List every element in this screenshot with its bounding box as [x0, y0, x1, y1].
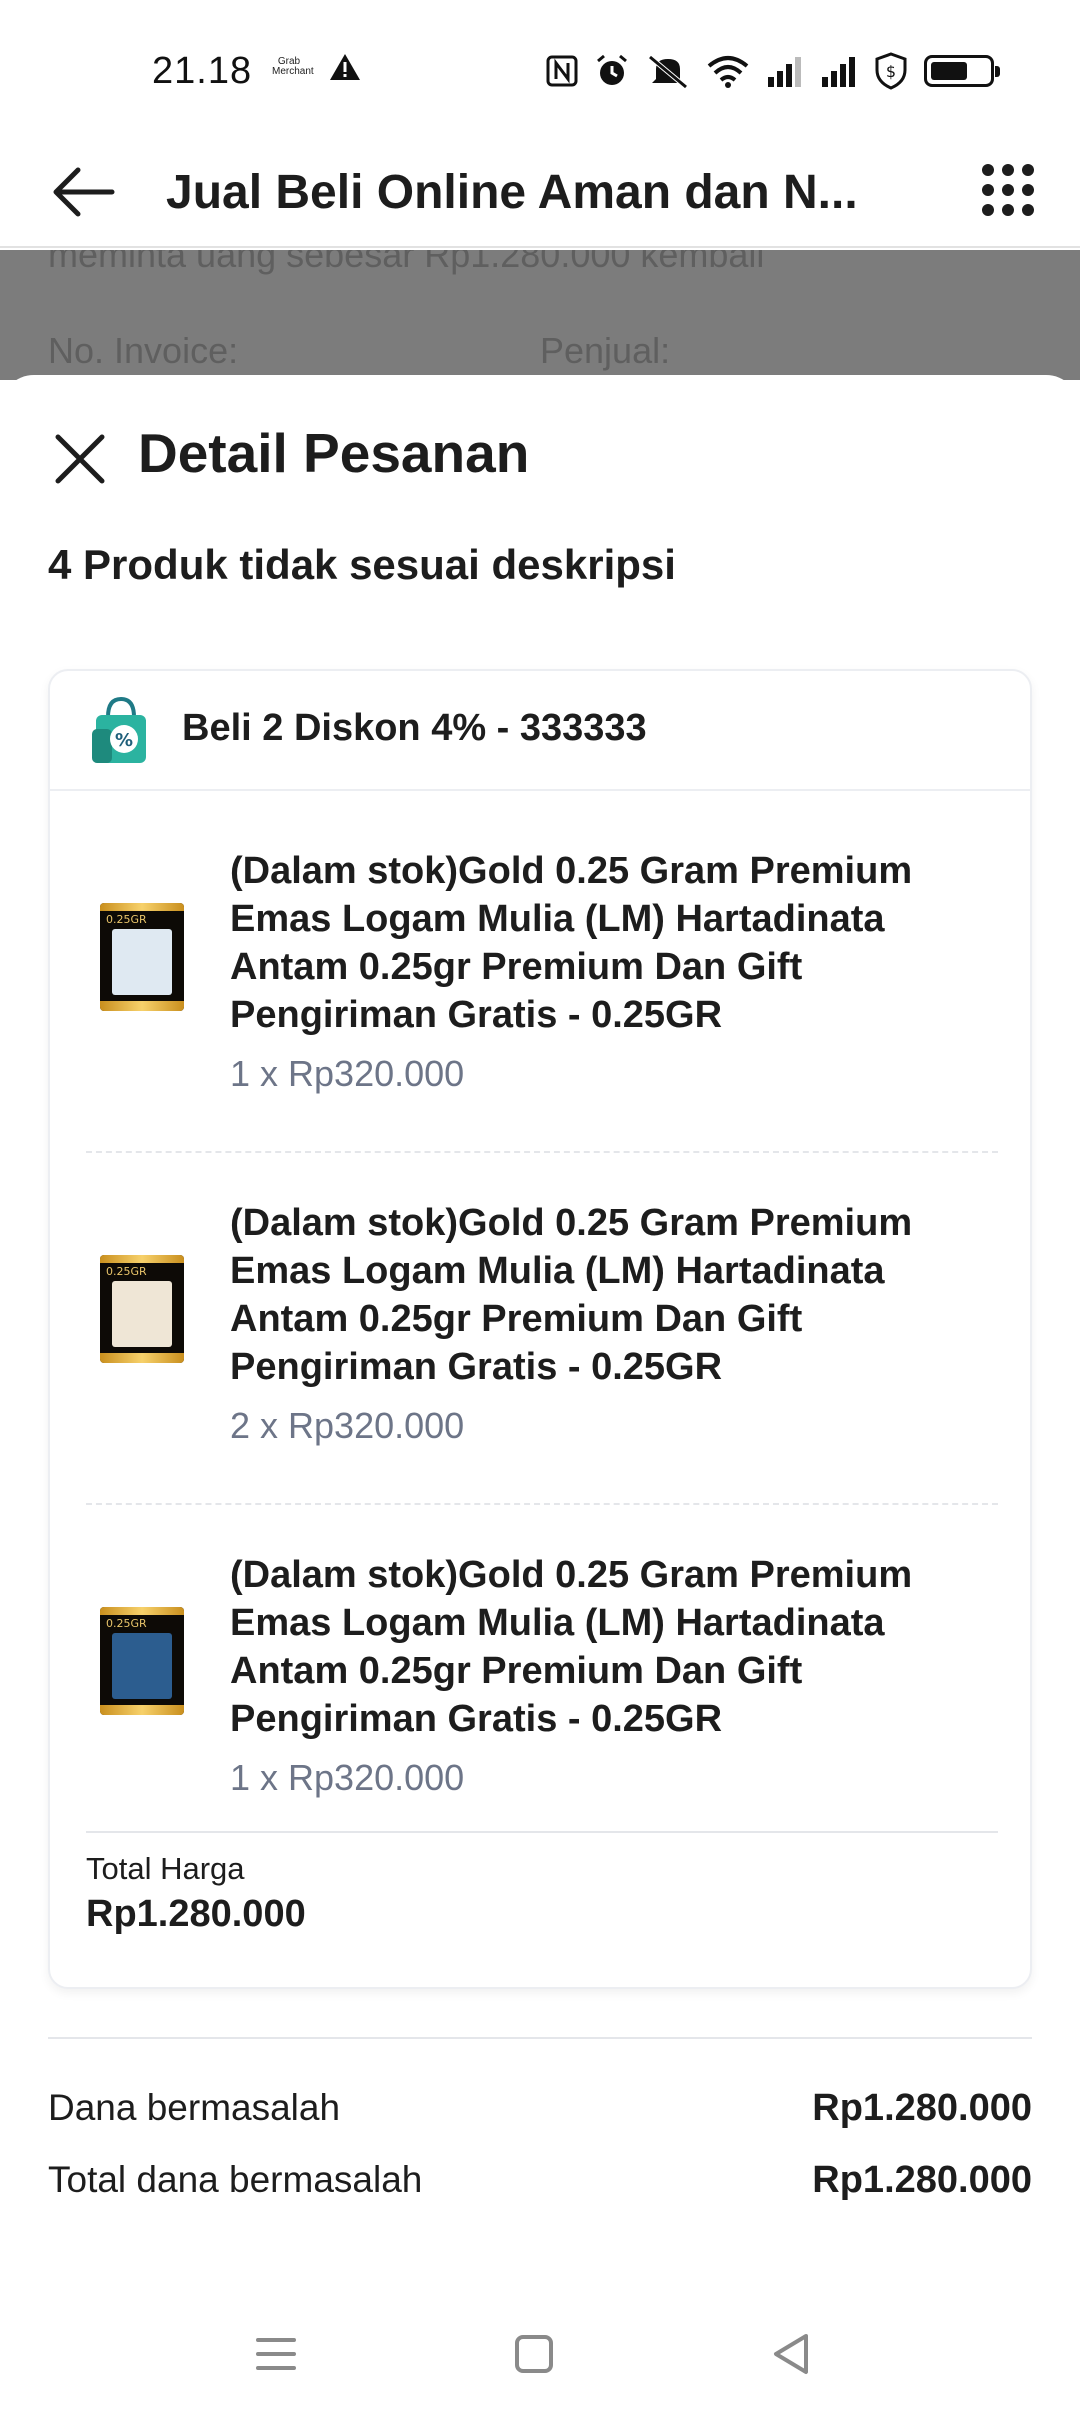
- product-name: (Dalam stok)Gold 0.25 Gram Premium Emas …: [230, 1554, 913, 1740]
- warning-icon: [330, 54, 360, 80]
- invoice-label: No. Invoice:: [48, 330, 239, 371]
- mute-icon: [648, 55, 688, 89]
- back-triangle-icon[interactable]: [762, 2324, 822, 2384]
- product-item[interactable]: 0.25GR (Dalam stok)Gold 0.25 Gram Premiu…: [86, 1199, 998, 1449]
- grid-menu-icon[interactable]: [980, 160, 1036, 220]
- svg-text:$: $: [886, 62, 896, 81]
- order-detail-sheet: Detail Pesanan 4 Produk tidak sesuai des…: [0, 375, 1080, 2412]
- grab-merchant-icon: Grab Merchant: [272, 56, 314, 77]
- summary-label: Total dana bermasalah: [48, 2159, 423, 2200]
- system-nav-bar: [0, 2300, 1080, 2412]
- dimmed-background: meminta uang sebesar Rp1.280.000 kembali…: [0, 250, 1080, 380]
- close-icon[interactable]: [52, 431, 108, 487]
- product-card-image: [112, 1281, 172, 1347]
- summary-label: Dana bermasalah: [48, 2087, 341, 2128]
- background-text: meminta uang sebesar Rp1.280.000 kembali: [48, 250, 765, 275]
- product-thumbnail: 0.25GR: [100, 1607, 184, 1715]
- alarm-icon: [597, 54, 627, 85]
- discount-bag-icon: %: [92, 696, 146, 763]
- svg-text:%: %: [115, 730, 133, 751]
- signal-icon: [768, 57, 801, 87]
- battery-icon: [924, 55, 1000, 87]
- product-thumbnail: 0.25GR: [100, 1255, 184, 1363]
- total-price-value: Rp1.280.000: [86, 1893, 306, 1935]
- promo-label: Beli 2 Diskon 4% - 333333: [182, 707, 647, 749]
- product-item[interactable]: 0.25GR (Dalam stok)Gold 0.25 Gram Premiu…: [86, 847, 998, 1097]
- status-time: 21.18: [152, 50, 253, 92]
- sheet-title: Detail Pesanan: [138, 422, 530, 484]
- wifi-icon: [707, 56, 749, 88]
- nfc-icon: [546, 55, 578, 87]
- promo-header: % Beli 2 Diskon 4% - 333333: [50, 671, 1030, 791]
- summary-value: Rp1.280.000: [812, 2087, 1032, 2129]
- arrow-left-icon[interactable]: [48, 160, 118, 224]
- total-price-label: Total Harga: [86, 1851, 245, 1886]
- product-qty-price: 1 x Rp320.000: [230, 1053, 465, 1094]
- page-title: Jual Beli Online Aman dan N...: [166, 166, 858, 219]
- summary-value: Rp1.280.000: [812, 2159, 1032, 2201]
- product-qty-price: 2 x Rp320.000: [230, 1405, 465, 1446]
- divider: [86, 1151, 998, 1153]
- product-name: (Dalam stok)Gold 0.25 Gram Premium Emas …: [230, 1202, 913, 1388]
- product-qty-price: 1 x Rp320.000: [230, 1757, 465, 1798]
- summary-row: Dana bermasalah Rp1.280.000: [48, 2087, 1032, 2137]
- app-bar: Jual Beli Online Aman dan N...: [0, 140, 1080, 248]
- status-bar: 21.18 Grab Merchant $: [0, 0, 1080, 140]
- divider: [86, 1831, 998, 1833]
- product-thumbnail: 0.25GR: [100, 903, 184, 1011]
- product-card-image: [112, 929, 172, 995]
- product-card-image: [112, 1633, 172, 1699]
- summary-row: Total dana bermasalah Rp1.280.000: [48, 2159, 1032, 2209]
- order-card: % Beli 2 Diskon 4% - 333333 0.25GR (Dala…: [48, 669, 1032, 1989]
- product-item[interactable]: 0.25GR (Dalam stok)Gold 0.25 Gram Premiu…: [86, 1551, 998, 1801]
- menu-icon[interactable]: [246, 2324, 306, 2384]
- seller-label: Penjual:: [540, 330, 671, 371]
- issue-subtitle: 4 Produk tidak sesuai deskripsi: [48, 541, 676, 588]
- signal-icon: [822, 57, 855, 87]
- product-name: (Dalam stok)Gold 0.25 Gram Premium Emas …: [230, 850, 913, 1036]
- vpn-shield-icon: $: [875, 52, 907, 90]
- divider: [86, 1503, 998, 1505]
- home-icon[interactable]: [504, 2324, 564, 2384]
- divider: [48, 2037, 1032, 2039]
